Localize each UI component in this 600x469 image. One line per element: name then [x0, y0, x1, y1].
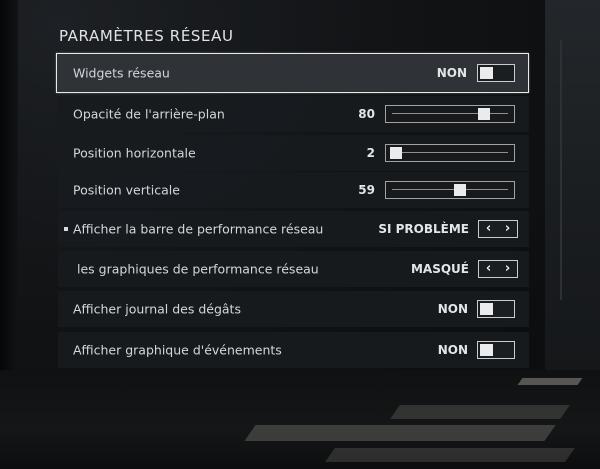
page-title: PARAMÈTRES RÉSEAU	[59, 27, 234, 45]
toggle-knob	[480, 303, 493, 315]
floor-light-strip	[325, 448, 575, 462]
slider-thumb[interactable]	[454, 184, 467, 196]
setting-label: Widgets réseau	[73, 65, 170, 81]
slider[interactable]	[385, 181, 515, 199]
chevron-left-icon[interactable]: ‹	[479, 261, 498, 277]
toggle-knob	[480, 344, 493, 356]
setting-value: MASQUÉ	[410, 262, 469, 276]
toggle-switch[interactable]	[477, 341, 515, 359]
slider-track	[392, 113, 508, 114]
bullet-icon	[64, 227, 68, 231]
chevron-left-icon[interactable]: ‹	[479, 221, 498, 237]
setting-value: 59	[358, 183, 375, 197]
setting-label: Afficher journal des dégâts	[73, 301, 241, 317]
toggle-switch[interactable]	[477, 64, 515, 82]
setting-row-position-horizontale[interactable]: Position horizontale 2	[58, 135, 529, 171]
setting-label: Position verticale	[73, 182, 180, 198]
setting-row-widgets-reseau[interactable]: Widgets réseau NON	[56, 53, 529, 93]
setting-row-journal-degats[interactable]: Afficher journal des dégâts NON	[58, 291, 529, 327]
setting-value: NON	[437, 343, 468, 357]
slider-track	[392, 189, 508, 190]
setting-value: NON	[436, 66, 467, 80]
chevron-right-icon[interactable]: ›	[498, 221, 517, 237]
setting-value: 2	[366, 146, 375, 160]
option-stepper[interactable]: ‹ ›	[478, 220, 518, 238]
slider-thumb[interactable]	[477, 108, 490, 120]
setting-label: Opacité de l'arrière-plan	[73, 106, 225, 122]
setting-value: 80	[358, 107, 375, 121]
option-stepper[interactable]: ‹ ›	[478, 260, 518, 278]
slider[interactable]	[385, 144, 515, 162]
slider-track	[392, 152, 508, 153]
setting-value: SI PROBLÈME	[378, 222, 469, 236]
floor-light-strip	[244, 425, 556, 441]
setting-row-graphiques-performance[interactable]: les graphiques de performance réseau MAS…	[58, 251, 529, 287]
setting-row-opacite[interactable]: Opacité de l'arrière-plan 80	[58, 96, 529, 132]
setting-value: NON	[437, 302, 468, 316]
setting-row-graphique-evenements[interactable]: Afficher graphique d'événements NON	[58, 332, 529, 368]
settings-screen: PARAMÈTRES RÉSEAU Widgets réseau NON Opa…	[0, 0, 600, 469]
setting-row-position-verticale[interactable]: Position verticale 59	[58, 172, 529, 208]
slider-thumb[interactable]	[390, 147, 403, 159]
slider[interactable]	[385, 105, 515, 123]
setting-label: les graphiques de performance réseau	[77, 261, 319, 277]
toggle-knob	[480, 67, 493, 79]
floor-light-strip	[517, 378, 583, 385]
chevron-right-icon[interactable]: ›	[498, 261, 517, 277]
setting-label: Position horizontale	[73, 145, 196, 161]
toggle-switch[interactable]	[477, 300, 515, 318]
setting-label: Afficher la barre de performance réseau	[73, 221, 324, 237]
setting-label: Afficher graphique d'événements	[73, 342, 282, 358]
setting-row-barre-performance[interactable]: Afficher la barre de performance réseau …	[58, 211, 529, 247]
background-wall-edge	[560, 40, 562, 300]
floor-light-strip	[390, 405, 570, 419]
